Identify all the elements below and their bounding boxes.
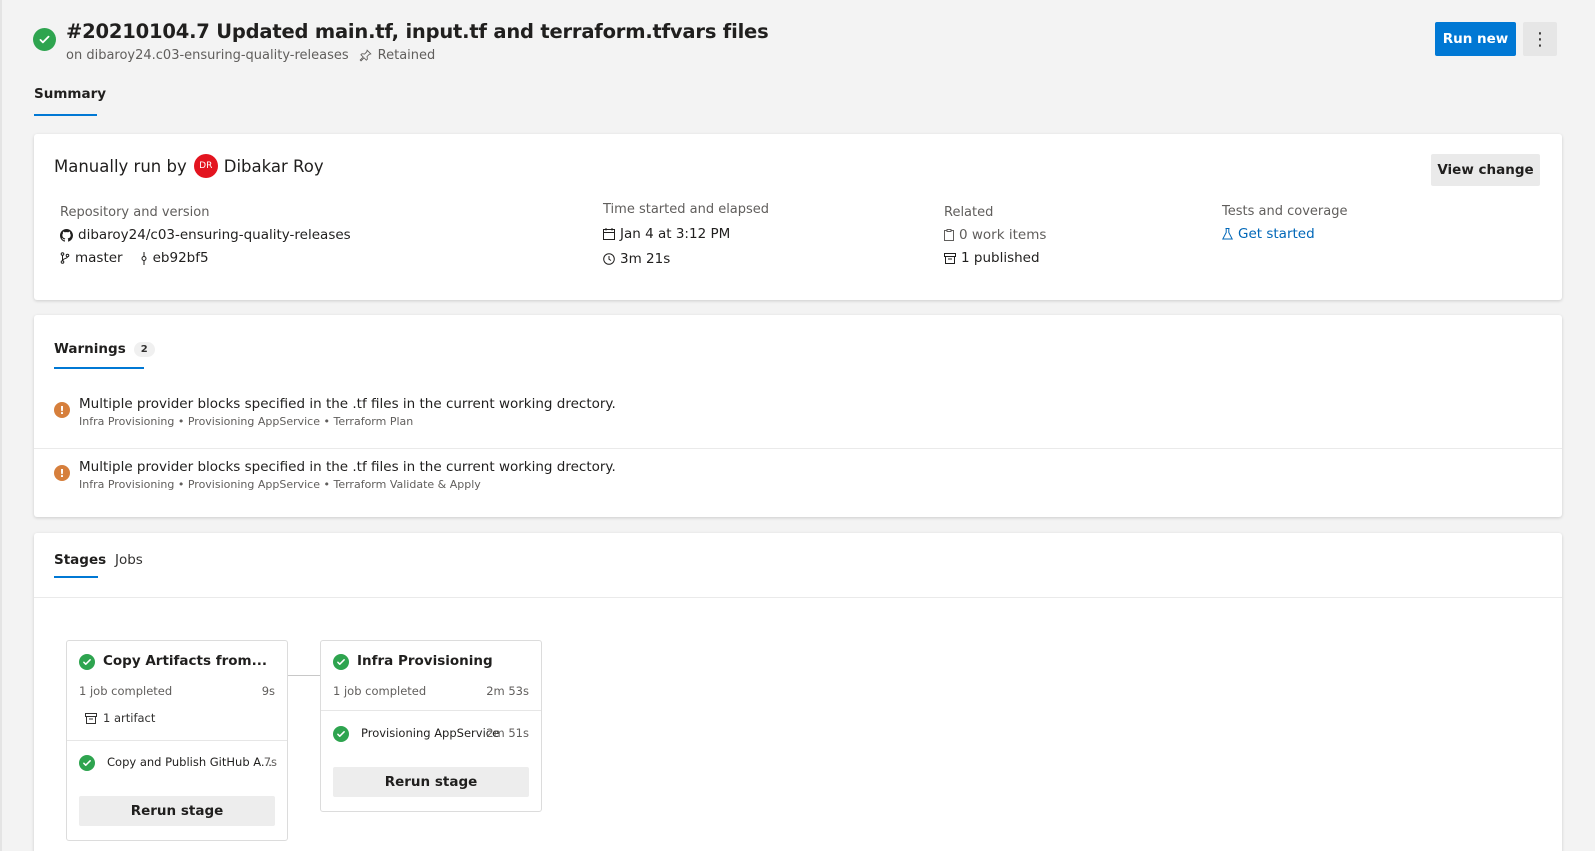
stage-duration: 9s (261, 684, 275, 698)
tab-summary-underline (34, 114, 97, 116)
stage-infra-provisioning[interactable]: Infra Provisioning 1 job completed 2m 53… (320, 640, 542, 812)
published-count: 1 published (961, 250, 1040, 266)
stage-artifact-link[interactable]: 1 artifact (85, 711, 155, 725)
user-name[interactable]: Dibakar Roy (224, 157, 324, 176)
more-actions-button[interactable]: ⋮ (1523, 22, 1557, 56)
tab-summary[interactable]: Summary (34, 86, 106, 102)
get-started-link[interactable]: Get started (1222, 226, 1315, 242)
job-success-icon (79, 755, 95, 771)
stage-success-icon (333, 654, 349, 670)
tab-warnings-underline (54, 367, 144, 369)
elapsed-row: 3m 21s (603, 251, 670, 267)
stage-separator (67, 740, 287, 741)
related-section-label: Related (944, 205, 994, 220)
time-section-label: Time started and elapsed (603, 202, 770, 217)
repo-name: dibaroy24/c03-ensuring-quality-releases (78, 227, 351, 243)
summary-card: Manually run by DR Dibakar Roy View chan… (34, 134, 1562, 300)
work-items-row[interactable]: 0 work items (944, 227, 1046, 243)
start-time-row: Jan 4 at 3:12 PM (603, 226, 730, 242)
avatar[interactable]: DR (193, 154, 218, 178)
warning-path: Infra Provisioning • Provisioning AppSer… (79, 478, 481, 491)
stage-title: Infra Provisioning (357, 653, 493, 669)
warning-item[interactable]: ! Multiple provider blocks specified in … (54, 459, 1542, 499)
job-success-icon (333, 726, 349, 742)
start-time: Jan 4 at 3:12 PM (620, 226, 731, 242)
warnings-label: Warnings (54, 341, 126, 357)
run-subtitle: on dibaroy24.c03-ensuring-quality-releas… (66, 48, 435, 63)
stage-jobs-count: 1 job completed (333, 684, 427, 698)
get-started-label: Get started (1238, 226, 1315, 242)
stages-divider (34, 597, 1562, 598)
clipboard-icon (944, 229, 954, 241)
stages-card: Stages Jobs Copy Artifacts from... 1 job… (34, 533, 1562, 851)
warning-path: Infra Provisioning • Provisioning AppSer… (79, 415, 414, 428)
branch-name[interactable]: master (75, 250, 123, 266)
pin-icon (359, 49, 372, 62)
run-success-icon (33, 28, 56, 51)
job-name[interactable]: Provisioning AppService (361, 726, 499, 740)
commit-icon (140, 251, 148, 265)
manual-run-label: Manually run by (54, 156, 187, 176)
stage-connector (288, 675, 320, 676)
beaker-icon (1222, 228, 1233, 240)
job-duration: 2m 51s (486, 726, 529, 740)
repo-value[interactable]: dibaroy24/c03-ensuring-quality-releases (60, 227, 351, 243)
calendar-icon (603, 228, 615, 240)
manual-run-info: Manually run by DR Dibakar Roy (54, 154, 324, 178)
stage-separator (321, 710, 541, 711)
tab-warnings[interactable]: Warnings 2 (54, 341, 155, 357)
commit-id[interactable]: eb92bf5 (153, 250, 209, 266)
run-title: #20210104.7 Updated main.tf, input.tf an… (66, 20, 769, 43)
rerun-stage-button[interactable]: Rerun stage (79, 796, 275, 826)
repo-link[interactable]: on dibaroy24.c03-ensuring-quality-releas… (66, 48, 349, 63)
job-duration: 7s (263, 755, 277, 769)
version-row: master eb92bf5 (60, 250, 209, 266)
warning-icon: ! (54, 465, 70, 481)
tab-stages-underline (54, 576, 98, 578)
tests-section-label: Tests and coverage (1222, 204, 1348, 219)
stage-title: Copy Artifacts from... (103, 653, 267, 669)
stage-success-icon (79, 654, 95, 670)
warnings-card: Warnings 2 ! Multiple provider blocks sp… (34, 315, 1562, 517)
warning-divider (34, 448, 1562, 449)
warning-message: Multiple provider blocks specified in th… (79, 459, 616, 475)
warnings-count-badge: 2 (133, 341, 155, 357)
page-left-edge (0, 0, 2, 851)
warning-message: Multiple provider blocks specified in th… (79, 396, 616, 412)
clock-icon (603, 253, 615, 265)
artifact-count: 1 artifact (103, 711, 156, 725)
artifact-icon (944, 252, 956, 264)
stage-duration: 2m 53s (486, 684, 529, 698)
run-new-button[interactable]: Run new (1435, 22, 1516, 56)
warning-icon: ! (54, 402, 70, 418)
github-icon (60, 228, 73, 242)
warning-item[interactable]: ! Multiple provider blocks specified in … (54, 396, 1542, 436)
stage-jobs-count: 1 job completed (79, 684, 173, 698)
view-change-button[interactable]: View change (1431, 154, 1540, 186)
retained-label: Retained (377, 48, 436, 63)
repo-section-label: Repository and version (60, 205, 210, 220)
rerun-stage-button[interactable]: Rerun stage (333, 767, 529, 797)
elapsed-time: 3m 21s (620, 251, 671, 267)
work-items-count: 0 work items (959, 227, 1047, 243)
tab-stages[interactable]: Stages (54, 552, 106, 568)
tab-jobs[interactable]: Jobs (115, 552, 143, 568)
stage-copy-artifacts[interactable]: Copy Artifacts from... 1 job completed 9… (66, 640, 288, 841)
job-name[interactable]: Copy and Publish GitHub A... (107, 755, 272, 769)
published-row[interactable]: 1 published (944, 250, 1040, 266)
branch-icon (60, 252, 70, 264)
artifact-icon (85, 712, 97, 724)
